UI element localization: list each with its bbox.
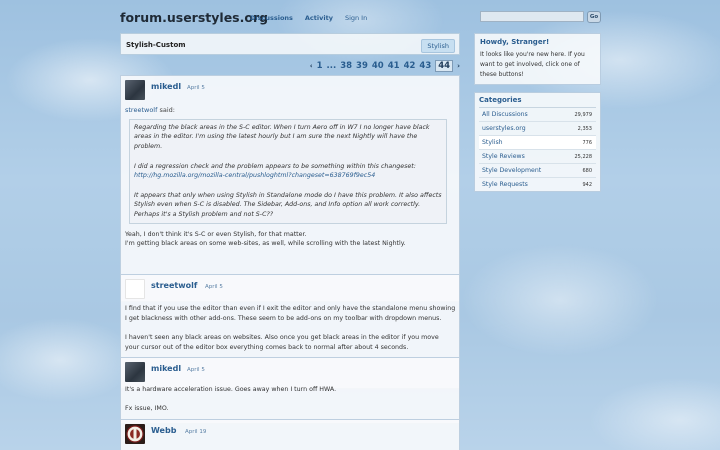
avatar[interactable] bbox=[125, 362, 145, 382]
category-item-stylish[interactable]: Stylish 776 bbox=[479, 135, 596, 149]
avatar[interactable] bbox=[125, 80, 145, 100]
post-text-line: I haven't seen any black areas on websit… bbox=[125, 334, 439, 342]
howdy-title: Howdy, Stranger! bbox=[480, 38, 550, 46]
howdy-text: It looks like you're new here. If you wa… bbox=[480, 51, 585, 78]
category-count: 680 bbox=[582, 168, 592, 174]
pager-page-42[interactable]: 42 bbox=[404, 61, 416, 71]
post-text-line: Yeah, I don't think it's S-C or even Sty… bbox=[125, 230, 307, 238]
comment-post: mikedl April 5 It's a hardware accelerat… bbox=[120, 357, 460, 424]
nav-sign-in[interactable]: Sign In bbox=[345, 14, 367, 22]
search-form: Go bbox=[480, 11, 601, 23]
category-item-style-requests[interactable]: Style Requests 942 bbox=[479, 177, 596, 191]
avatar[interactable] bbox=[125, 279, 145, 299]
quote-line: I did a regression check and the problem… bbox=[134, 162, 416, 170]
quote-attribution: streetwolf said: bbox=[125, 106, 447, 116]
category-count: 776 bbox=[582, 140, 592, 146]
post-date[interactable]: April 5 bbox=[187, 85, 205, 91]
quote-said-label: said: bbox=[159, 106, 175, 114]
post-text-line: I'm getting black areas on some web-site… bbox=[125, 240, 406, 248]
site-title[interactable]: forum.userstyles.org bbox=[120, 10, 268, 25]
category-item-all-discussions[interactable]: All Discussions 29,979 bbox=[479, 107, 596, 121]
quote-line: It appears that only when using Stylish … bbox=[134, 191, 442, 199]
post-body: I find that if you use the editor than e… bbox=[125, 304, 455, 353]
pager-page-1[interactable]: 1 bbox=[317, 61, 323, 71]
comment-post: Webb April 19 bbox=[120, 419, 460, 450]
pager-next[interactable]: › bbox=[457, 62, 460, 70]
discussion-header: Stylish-Custom Stylish bbox=[120, 33, 460, 55]
category-item-style-development[interactable]: Style Development 680 bbox=[479, 163, 596, 177]
pager-page-38[interactable]: 38 bbox=[340, 61, 352, 71]
howdy-stranger-box: Howdy, Stranger! It looks like you're ne… bbox=[474, 33, 601, 85]
quote-author-link[interactable]: streetwolf bbox=[125, 106, 157, 114]
quote-line: Regarding the black areas in the S-C edi… bbox=[134, 123, 430, 131]
pager-ellipsis: ... bbox=[326, 61, 337, 71]
search-go-button[interactable]: Go bbox=[587, 11, 601, 23]
post-text-line: It's a hardware acceleration issue. Goes… bbox=[125, 386, 337, 393]
post-author[interactable]: Webb bbox=[151, 426, 176, 435]
post-text-line: I find that if you use the editor than e… bbox=[125, 305, 456, 312]
avatar[interactable] bbox=[125, 424, 145, 444]
post-body: streetwolf said: Regarding the black are… bbox=[125, 106, 447, 249]
post-date[interactable]: April 19 bbox=[185, 429, 206, 435]
category-count: 942 bbox=[582, 182, 592, 188]
category-count: 29,979 bbox=[574, 112, 593, 118]
discussion-title: Stylish-Custom bbox=[126, 41, 186, 49]
categories-list: All Discussions 29,979 userstyles.org 2,… bbox=[479, 107, 596, 191]
post-author[interactable]: mikedl bbox=[151, 82, 181, 91]
category-item-userstyles[interactable]: userstyles.org 2,353 bbox=[479, 121, 596, 135]
seal-avatar-icon bbox=[126, 425, 144, 443]
category-item-style-reviews[interactable]: Style Reviews 25,228 bbox=[479, 149, 596, 163]
pager: ‹ 1 ... 38 39 40 41 42 43 44 › bbox=[310, 60, 460, 72]
pager-prev[interactable]: ‹ bbox=[310, 62, 313, 70]
pager-current-page: 44 bbox=[435, 60, 454, 72]
pager-page-41[interactable]: 41 bbox=[388, 61, 400, 71]
categories-title: Categories bbox=[479, 96, 522, 104]
post-text-line: your cursor out of the editor box everyt… bbox=[125, 343, 409, 351]
post-body: It's a hardware acceleration issue. Goes… bbox=[125, 385, 336, 414]
blockquote: Regarding the black areas in the S-C edi… bbox=[129, 118, 447, 224]
categories-box: Categories All Discussions 29,979 userst… bbox=[474, 92, 601, 192]
quote-line: areas in the editor. I'm using the lates… bbox=[134, 133, 418, 141]
post-text-line: I get blackness with other add-ons. Thes… bbox=[125, 314, 442, 322]
main-nav: Discussions Activity Sign In bbox=[250, 14, 367, 22]
nav-activity[interactable]: Activity bbox=[305, 14, 333, 22]
post-text-line: Fx issue, IMO. bbox=[125, 405, 169, 413]
category-count: 2,353 bbox=[577, 126, 592, 132]
category-tag-stylish[interactable]: Stylish bbox=[421, 39, 455, 53]
pager-page-39[interactable]: 39 bbox=[356, 61, 368, 71]
category-count: 25,228 bbox=[574, 154, 593, 160]
post-author[interactable]: streetwolf bbox=[151, 281, 197, 290]
post-date[interactable]: April 5 bbox=[205, 284, 223, 290]
nav-discussions[interactable]: Discussions bbox=[250, 14, 293, 22]
comment-post: mikedl April 5 streetwolf said: Regardin… bbox=[120, 75, 460, 302]
quote-line: problem. bbox=[134, 143, 163, 151]
search-input[interactable] bbox=[480, 11, 584, 22]
quote-line: Stylish even when S-C is disabled. The S… bbox=[134, 201, 421, 209]
post-date[interactable]: April 5 bbox=[187, 367, 205, 373]
pager-page-40[interactable]: 40 bbox=[372, 61, 384, 71]
pager-page-43[interactable]: 43 bbox=[419, 61, 431, 71]
post-author[interactable]: mikedl bbox=[151, 364, 181, 373]
quote-line: Perhaps it's a Stylish problem and not S… bbox=[134, 211, 274, 218]
discussion-main: Stylish-Custom Stylish ‹ 1 ... 38 39 40 … bbox=[120, 33, 460, 450]
changeset-link[interactable]: http://hg.mozilla.org/mozilla-central/pu… bbox=[134, 172, 375, 179]
